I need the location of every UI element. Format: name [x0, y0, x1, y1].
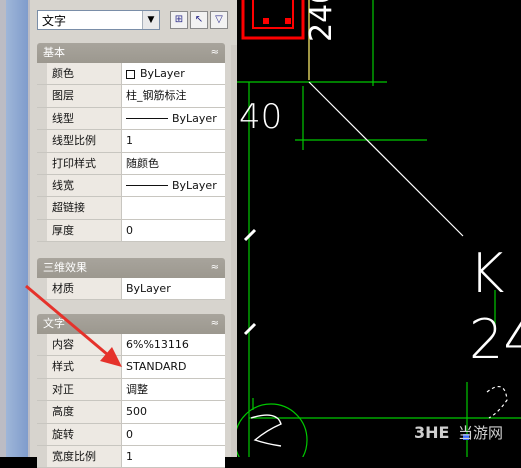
quick-select-button[interactable]: ⊞: [170, 11, 188, 29]
property-value[interactable]: 1: [123, 130, 225, 152]
property-value[interactable]: 调整: [123, 378, 225, 401]
property-key: 材质: [47, 278, 122, 300]
section-3d-header[interactable]: 三维效果 ≈: [37, 258, 225, 278]
property-row-hyperlink[interactable]: 超链接: [37, 197, 225, 220]
property-value[interactable]: [123, 197, 225, 219]
property-value[interactable]: 0: [123, 219, 225, 242]
pickadd-toggle-button[interactable]: ▽: [210, 11, 228, 29]
rebar-dot: [263, 18, 269, 24]
tick-mark: [243, 322, 257, 336]
green-dimension-lines: [237, 0, 521, 457]
property-key: 超链接: [47, 197, 122, 219]
property-key: 打印样式: [47, 152, 122, 174]
property-value[interactable]: 6%%13116: [123, 334, 225, 356]
property-row-color[interactable]: 颜色 ByLayer: [37, 63, 225, 86]
property-key: 线型: [47, 107, 122, 130]
label-text-24: 24: [469, 308, 521, 371]
section-text: 文字 ≈ 内容 6%%13116 样式 STANDARD 对正 调整 高度 50…: [37, 314, 225, 468]
section-text-header[interactable]: 文字 ≈: [37, 314, 225, 334]
select-objects-button[interactable]: ↖: [190, 11, 208, 29]
object-type-value: 文字: [42, 14, 67, 28]
property-row-linetype[interactable]: 线型 ByLayer: [37, 107, 225, 131]
object-type-select[interactable]: 文字 ▼: [37, 10, 160, 30]
property-row-rotation[interactable]: 旋转 0: [37, 423, 225, 446]
section-basic-title: 基本: [43, 46, 65, 59]
dimension-text-240: 240: [304, 0, 339, 42]
svg-text:当游网: 当游网: [458, 424, 503, 442]
linetype-preview-icon: [126, 118, 168, 120]
color-swatch-icon: [126, 69, 135, 79]
property-value[interactable]: ByLayer: [123, 174, 225, 197]
property-value[interactable]: 0: [123, 423, 225, 445]
partial-digit-glyph: [486, 385, 508, 419]
tick-mark: [243, 228, 257, 242]
property-row-contents[interactable]: 内容 6%%13116: [37, 334, 225, 357]
collapse-icon[interactable]: ≈: [211, 43, 219, 63]
property-key: 样式: [47, 356, 122, 378]
palette-title-strip[interactable]: [0, 0, 30, 457]
property-row-height[interactable]: 高度 500: [37, 401, 225, 424]
svg-text:3HE: 3HE: [414, 423, 449, 442]
property-key: 厚度: [47, 219, 122, 242]
drawing-canvas[interactable]: 240 40 K 24: [237, 0, 521, 457]
section-basic-header[interactable]: 基本 ≈: [37, 43, 225, 63]
property-value[interactable]: 随颜色: [123, 152, 225, 174]
axis-number-glyph: [250, 414, 282, 447]
property-value[interactable]: 柱_钢筋标注: [123, 85, 225, 107]
label-text-k: K: [469, 242, 504, 305]
property-key: 高度: [47, 401, 122, 423]
property-key: 对正: [47, 378, 122, 401]
property-value[interactable]: STANDARD: [123, 356, 225, 378]
collapse-icon[interactable]: ≈: [211, 258, 219, 278]
property-value[interactable]: ByLayer: [123, 63, 225, 85]
property-key: 内容: [47, 334, 122, 356]
red-column-rebar: [241, 0, 305, 40]
property-key: 颜色: [47, 63, 122, 85]
property-value[interactable]: ByLayer: [123, 278, 225, 300]
rebar-dot: [285, 18, 291, 24]
collapse-icon[interactable]: ≈: [211, 314, 219, 334]
property-row-style[interactable]: 样式 STANDARD: [37, 356, 225, 379]
property-row-lineweight[interactable]: 线宽 ByLayer: [37, 174, 225, 198]
property-row-plotstyle[interactable]: 打印样式 随颜色: [37, 152, 225, 175]
property-row-linetype-scale[interactable]: 线型比例 1: [37, 130, 225, 153]
property-row-thickness[interactable]: 厚度 0: [37, 219, 225, 243]
property-key: 旋转: [47, 423, 122, 445]
watermark-logo: 3HE 当游网: [414, 418, 520, 444]
lineweight-preview-icon: [126, 185, 168, 187]
section-3d: 三维效果 ≈ 材质 ByLayer: [37, 258, 225, 301]
property-key: 图层: [47, 85, 122, 107]
diagonal-leader-line: [308, 81, 464, 237]
property-value[interactable]: ByLayer: [123, 107, 225, 130]
properties-palette: 文字 ▼ ⊞ ↖ ▽ 基本 ≈ 颜色 ByLayer 图层 柱_钢筋标注 线型 …: [30, 0, 237, 468]
dimension-text-40: 40: [239, 97, 282, 137]
property-key: 线型比例: [47, 130, 122, 152]
chevron-down-icon[interactable]: ▼: [142, 11, 159, 29]
palette-titlebar[interactable]: [6, 0, 28, 457]
property-row-justify[interactable]: 对正 调整: [37, 378, 225, 402]
properties-toolbar: 文字 ▼ ⊞ ↖ ▽: [30, 0, 237, 40]
section-text-title: 文字: [43, 317, 65, 330]
axis-circle: [237, 403, 308, 457]
property-key: 线宽: [47, 174, 122, 197]
section-3d-title: 三维效果: [43, 261, 87, 274]
property-value[interactable]: 500: [123, 401, 225, 423]
property-row-layer[interactable]: 图层 柱_钢筋标注: [37, 85, 225, 108]
section-basic: 基本 ≈ 颜色 ByLayer 图层 柱_钢筋标注 线型 ByLayer 线型比…: [37, 43, 225, 243]
property-row-material[interactable]: 材质 ByLayer: [37, 278, 225, 301]
